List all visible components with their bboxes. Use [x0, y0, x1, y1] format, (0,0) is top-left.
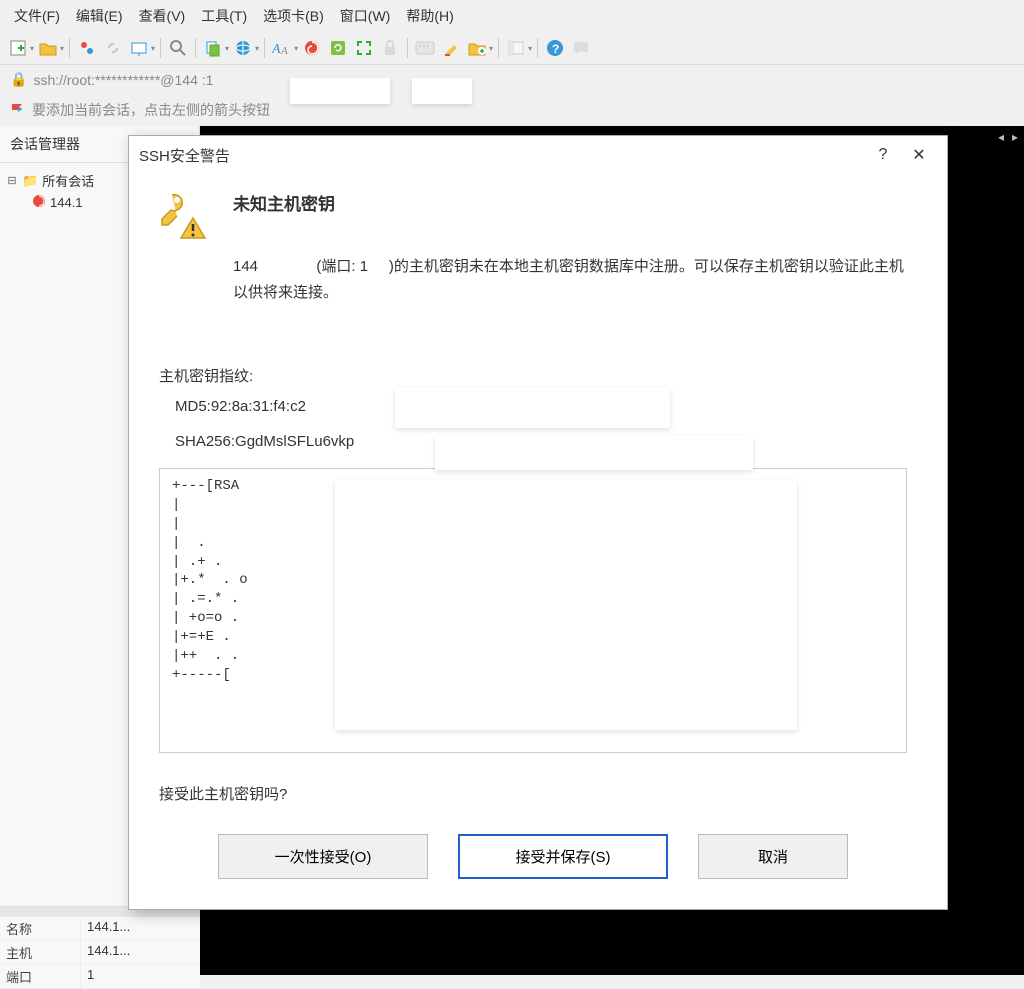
menu-tools[interactable]: 工具(T) — [195, 4, 253, 28]
session-icon — [32, 194, 46, 211]
menu-view[interactable]: 查看(V) — [133, 4, 192, 28]
new-folder-icon[interactable] — [465, 36, 489, 60]
prop-row-name: 名称 144.1... — [0, 917, 200, 941]
dialog-help-button[interactable]: ? — [865, 142, 901, 168]
svg-text:A: A — [272, 42, 281, 57]
open-icon[interactable] — [36, 36, 60, 60]
accept-once-button[interactable]: 一次性接受(O) — [218, 834, 428, 879]
link-icon[interactable] — [101, 36, 125, 60]
prop-row-port: 端口 1 — [0, 965, 200, 989]
keyboard-icon[interactable] — [413, 36, 437, 60]
nav-right-icon[interactable]: ▸ — [1012, 130, 1018, 144]
globe-icon[interactable] — [231, 36, 255, 60]
separator — [407, 38, 408, 58]
separator — [69, 38, 70, 58]
dropdown-arrow-icon[interactable]: ▾ — [255, 44, 259, 53]
prop-key: 主机 — [0, 941, 80, 964]
dropdown-arrow-icon[interactable]: ▾ — [489, 44, 493, 53]
tab-nav-arrows: ◂ ▸ — [998, 130, 1018, 144]
flag-arrow-icon[interactable] — [10, 102, 26, 118]
separator — [195, 38, 196, 58]
fingerprint-label: 主机密钥指纹: — [159, 365, 907, 386]
reconnect-icon[interactable] — [75, 36, 99, 60]
address-url: ssh://root:************@144 :1 — [33, 72, 213, 88]
folder-icon: 📁 — [22, 173, 38, 189]
prop-key: 端口 — [0, 965, 80, 988]
prop-row-host: 主机 144.1... — [0, 941, 200, 965]
menubar: 文件(F) 编辑(E) 查看(V) 工具(T) 选项卡(B) 窗口(W) 帮助(… — [0, 0, 1024, 32]
help-icon[interactable]: ? — [543, 36, 567, 60]
search-icon[interactable] — [166, 36, 190, 60]
chat-icon[interactable] — [569, 36, 593, 60]
lock-icon: 🔒 — [10, 71, 27, 88]
menu-window[interactable]: 窗口(W) — [334, 4, 397, 28]
prop-val[interactable]: 1 — [80, 965, 200, 988]
redaction — [412, 78, 472, 104]
dropdown-arrow-icon[interactable]: ▾ — [30, 44, 34, 53]
new-session-icon[interactable] — [6, 36, 30, 60]
dropdown-arrow-icon[interactable]: ▾ — [294, 44, 298, 53]
menu-tabs[interactable]: 选项卡(B) — [257, 4, 330, 28]
dialog-button-row: 一次性接受(O) 接受并保存(S) 取消 — [159, 834, 907, 879]
dialog-heading: 未知主机密钥 — [233, 190, 335, 215]
cancel-button[interactable]: 取消 — [698, 834, 848, 879]
tab-hint-text: 要添加当前会话，点击左侧的箭头按钮 — [32, 100, 270, 120]
prop-val[interactable]: 144.1... — [80, 941, 200, 964]
separator — [537, 38, 538, 58]
redaction — [435, 436, 753, 470]
disconnect-icon[interactable] — [127, 36, 151, 60]
prop-key: 名称 — [0, 917, 80, 940]
highlight-icon[interactable] — [439, 36, 463, 60]
menu-edit[interactable]: 编辑(E) — [70, 4, 129, 28]
fullscreen-icon[interactable] — [352, 36, 376, 60]
toolbar: ▾ ▾ ▾ ▾ ▾ AA ▾ ▾ ▾ ? — [0, 32, 1024, 65]
dropdown-arrow-icon[interactable]: ▾ — [60, 44, 64, 53]
tree-root-label: 所有会话 — [42, 171, 94, 190]
separator — [498, 38, 499, 58]
dropdown-arrow-icon[interactable]: ▾ — [151, 44, 155, 53]
properties-panel: 名称 144.1... 主机 144.1... 端口 1 — [0, 906, 200, 989]
dialog-titlebar[interactable]: SSH安全警告 ? ✕ — [129, 136, 947, 174]
dialog-body-text: 144 (端口: 1 )的主机密钥未在本地主机密钥数据库中注册。可以保存主机密钥… — [233, 254, 907, 305]
refresh-icon[interactable] — [326, 36, 350, 60]
redaction — [395, 388, 670, 428]
address-bar[interactable]: 🔒 ssh://root:************@144 :1 — [0, 65, 1024, 94]
accept-question: 接受此主机密钥吗? — [159, 783, 907, 804]
separator — [264, 38, 265, 58]
dialog-title: SSH安全警告 — [139, 145, 230, 166]
accept-save-button[interactable]: 接受并保存(S) — [458, 834, 668, 879]
dropdown-arrow-icon[interactable]: ▾ — [528, 44, 532, 53]
separator — [160, 38, 161, 58]
redaction — [335, 480, 797, 730]
key-warning-icon — [159, 190, 209, 240]
dialog-close-button[interactable]: ✕ — [901, 142, 937, 168]
menu-help[interactable]: 帮助(H) — [400, 4, 459, 28]
panel-icon[interactable] — [504, 36, 528, 60]
menu-file[interactable]: 文件(F) — [8, 4, 66, 28]
copy-icon[interactable] — [201, 36, 225, 60]
lock-icon[interactable] — [378, 36, 402, 60]
font-icon[interactable]: AA — [270, 36, 294, 60]
svg-text:A: A — [280, 45, 288, 57]
tree-session-label: 144.1 — [50, 195, 83, 210]
dropdown-arrow-icon[interactable]: ▾ — [225, 44, 229, 53]
nav-left-icon[interactable]: ◂ — [998, 130, 1004, 144]
svg-text:?: ? — [552, 42, 559, 56]
tab-hint-row: 要添加当前会话，点击左侧的箭头按钮 — [0, 94, 1024, 126]
redaction — [290, 78, 390, 104]
expander-icon[interactable]: ⊟ — [6, 174, 18, 187]
prop-val[interactable]: 144.1... — [80, 917, 200, 940]
spiral-icon[interactable] — [300, 36, 324, 60]
